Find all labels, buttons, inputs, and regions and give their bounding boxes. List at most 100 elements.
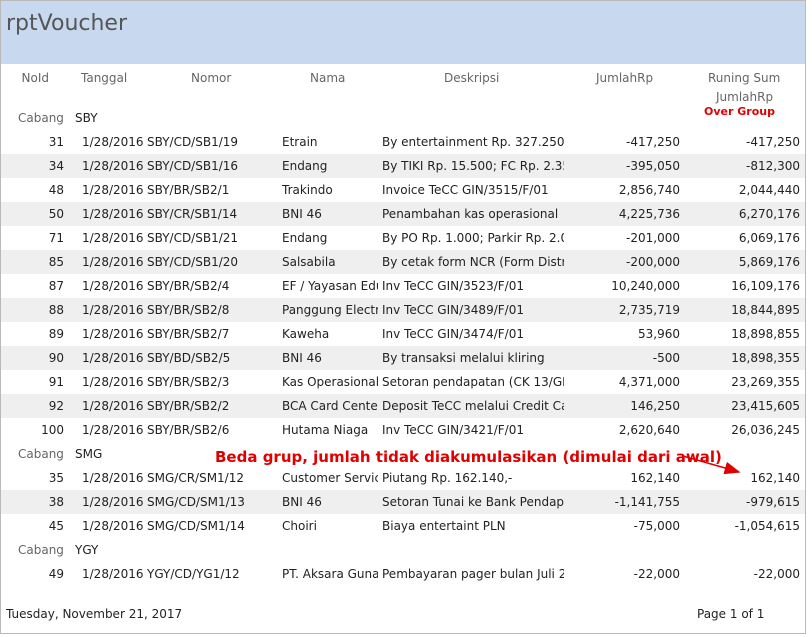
cell-deskripsi: Inv TeCC GIN/3421/F/01: [382, 423, 524, 437]
table-row: 71 1/28/2016 SBY/CD/SB1/21 Endang By PO Rp. …: [1, 226, 805, 250]
cell-tanggal: 1/28/2016: [82, 303, 144, 317]
cell-deskripsi: Setoran pendapatan (CK 13/GIN): [382, 375, 564, 389]
col-header-running-sum: Runing Sum: [708, 71, 781, 85]
cell-jumlah: -417,250: [626, 135, 680, 149]
cell-nama: Choiri: [282, 519, 317, 533]
cell-noid: 89: [48, 327, 64, 341]
cell-noid: 49: [48, 567, 64, 581]
cell-running: 26,036,245: [731, 423, 800, 437]
group-label: Cabang: [18, 111, 64, 125]
table-row: 45 1/28/2016 SMG/CD/SM1/14 Choiri Biaya ente…: [1, 514, 805, 538]
cell-tanggal: 1/28/2016: [82, 327, 144, 341]
cell-deskripsi: Inv TeCC GIN/3489/F/01: [382, 303, 524, 317]
cell-nomor: SBY/BR/SB2/7: [147, 327, 230, 341]
col-header-noid: NoId: [21, 71, 49, 85]
table-row: 90 1/28/2016 SBY/BD/SB2/5 BNI 46 By transaks…: [1, 346, 805, 370]
cell-jumlah: 2,856,740: [618, 183, 680, 197]
cell-tanggal: 1/28/2016: [82, 159, 144, 173]
cell-tanggal: 1/28/2016: [82, 231, 144, 245]
cell-nomor: SMG/CD/SM1/13: [147, 495, 245, 509]
cell-noid: 100: [41, 423, 64, 437]
cell-noid: 87: [48, 279, 64, 293]
table-row: 31 1/28/2016 SBY/CD/SB1/19 Etrain By enterta…: [1, 130, 805, 154]
cell-jumlah: 53,960: [638, 327, 680, 341]
cell-nomor: SBY/BR/SB2/6: [147, 423, 230, 437]
cell-nama: Etrain: [282, 135, 318, 149]
cell-nama: Hutama Niaga: [282, 423, 369, 437]
group-label: Cabang: [18, 447, 64, 461]
cell-running: 6,069,176: [738, 231, 800, 245]
cell-tanggal: 1/28/2016: [82, 255, 144, 269]
report-title: rptVoucher: [6, 11, 127, 36]
group-value: SMG: [75, 447, 103, 461]
cell-nama: BCA Card Center: [282, 399, 378, 413]
cell-tanggal: 1/28/2016: [82, 567, 144, 581]
table-row: 89 1/28/2016 SBY/BR/SB2/7 Kaweha Inv TeCC GI…: [1, 322, 805, 346]
cell-running: 18,844,895: [731, 303, 800, 317]
cell-tanggal: 1/28/2016: [82, 375, 144, 389]
cell-jumlah: -200,000: [626, 255, 680, 269]
cell-deskripsi: By cetak form NCR (Form Distribusi): [382, 255, 564, 269]
cell-deskripsi: Inv TeCC GIN/3523/F/01: [382, 279, 524, 293]
cell-noid: 35: [48, 471, 64, 485]
group-value: YGY: [75, 543, 99, 557]
cell-deskripsi: By TIKI Rp. 15.500; FC Rp. 2.350: [382, 159, 564, 173]
group-header: Cabang YGY: [1, 538, 805, 562]
cell-nomor: SBY/BR/SB2/8: [147, 303, 230, 317]
cell-tanggal: 1/28/2016: [82, 519, 144, 533]
table-row: 34 1/28/2016 SBY/CD/SB1/16 Endang By TIKI Rp…: [1, 154, 805, 178]
cell-nomor: SMG/CD/SM1/14: [147, 519, 245, 533]
footer-date: Tuesday, November 21, 2017: [6, 607, 183, 621]
col-header-nama: Nama: [310, 71, 346, 85]
cell-nomor: SBY/BR/SB2/1: [147, 183, 230, 197]
cell-deskripsi: Biaya entertaint PLN: [382, 519, 506, 533]
cell-tanggal: 1/28/2016: [82, 399, 144, 413]
cell-jumlah: -395,050: [626, 159, 680, 173]
cell-nomor: SBY/BR/SB2/2: [147, 399, 230, 413]
cell-running: -22,000: [753, 567, 800, 581]
cell-nama: PT. Aksara Gunadi: [282, 567, 378, 581]
cell-noid: 91: [48, 375, 64, 389]
cell-nama: BNI 46: [282, 495, 322, 509]
cell-running: 18,898,355: [731, 351, 800, 365]
cell-deskripsi: By PO Rp. 1.000; Parkir Rp. 2.000: [382, 231, 564, 245]
cell-nama: Endang: [282, 231, 328, 245]
cell-nama: BNI 46: [282, 207, 322, 221]
cell-nomor: SBY/CD/SB1/21: [147, 231, 239, 245]
cell-tanggal: 1/28/2016: [82, 279, 144, 293]
cell-jumlah: -1,141,755: [614, 495, 680, 509]
cell-tanggal: 1/28/2016: [82, 207, 144, 221]
cell-nomor: SBY/CD/SB1/19: [147, 135, 239, 149]
table-row: 87 1/28/2016SBY/BR/SB2/4 EF / Yayasan Eduk…: [1, 274, 805, 298]
cell-tanggal: 1/28/2016: [82, 351, 144, 365]
cell-jumlah: -500: [652, 351, 680, 365]
table-row: 88 1/28/2016SBY/BR/SB2/8 Panggung Electric…: [1, 298, 805, 322]
report-header: rptVoucher: [1, 1, 805, 64]
cell-deskripsi: Pembayaran pager bulan Juli 2016: [382, 567, 564, 581]
cell-deskripsi: Invoice TeCC GIN/3515/F/01: [382, 183, 549, 197]
cell-jumlah: 162,140: [630, 471, 680, 485]
cell-nama: Panggung Electric: [282, 303, 378, 317]
footer-page-number: Page 1 of 1: [697, 607, 765, 621]
table-row: 49 1/28/2016YGY/CD/YG1/12 PT. Aksara Gunad…: [1, 562, 805, 586]
col-header-deskripsi: Deskripsi: [444, 71, 500, 85]
cell-deskripsi: Penambahan kas operasional: [382, 207, 559, 221]
cell-deskripsi: Deposit TeCC melalui Credit Card: [382, 399, 564, 413]
cell-nomor: SMG/CR/SM1/12: [147, 471, 244, 485]
cell-running: 5,869,176: [738, 255, 800, 269]
cell-noid: 71: [48, 231, 64, 245]
cell-tanggal: 1/28/2016: [82, 471, 144, 485]
cell-running: 162,140: [750, 471, 800, 485]
table-row: 35 1/28/2016 SMG/CR/SM1/12 Customer Service…: [1, 466, 805, 490]
cell-running: 23,269,355: [731, 375, 800, 389]
cell-nama: Kaweha: [282, 327, 330, 341]
cell-tanggal: 1/28/2016: [82, 135, 144, 149]
cell-noid: 88: [48, 303, 64, 317]
cell-running: -812,300: [746, 159, 800, 173]
cell-noid: 48: [48, 183, 64, 197]
cell-jumlah: -201,000: [626, 231, 680, 245]
table-row: 48 1/28/2016 SBY/BR/SB2/1 Trakindo Invoice T…: [1, 178, 805, 202]
cell-running: 23,415,605: [731, 399, 800, 413]
cell-nomor: SBY/BD/SB2/5: [147, 351, 231, 365]
cell-jumlah: -75,000: [633, 519, 680, 533]
